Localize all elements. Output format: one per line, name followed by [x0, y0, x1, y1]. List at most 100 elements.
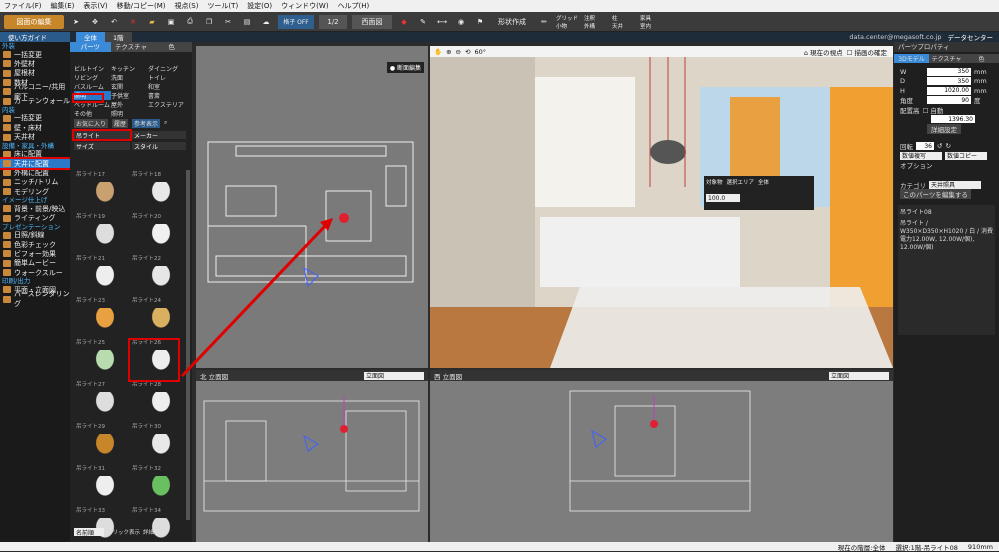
category-item[interactable]: 玄関 [111, 82, 148, 91]
rotate-icon[interactable]: ⟲ [465, 48, 470, 56]
data-center-button[interactable]: データセンター [948, 32, 994, 42]
range-area[interactable]: 選択エリア [727, 178, 755, 186]
zoom-out-icon[interactable]: ⊖ [456, 48, 461, 56]
category-item[interactable]: 照明 [111, 109, 148, 118]
props-tab-color[interactable]: 色 [964, 54, 999, 63]
range-object[interactable]: 対象物 [706, 178, 723, 186]
category-item[interactable]: 和室 [148, 82, 185, 91]
west-elevation-view[interactable]: 西 立面図 立面図 [430, 370, 893, 542]
check-pillar[interactable]: 柱 [612, 14, 640, 22]
save-view-check[interactable]: ☐ 描画の確定 [847, 47, 887, 57]
angle-label[interactable]: 60° [474, 48, 486, 56]
maker-select[interactable]: メーカー [132, 131, 186, 140]
menu-file[interactable]: ファイル(F) [4, 1, 42, 11]
grid-toggle[interactable]: 格子 OFF [278, 14, 314, 29]
car-icon[interactable]: ◆ [397, 15, 411, 29]
select-cursor-icon[interactable]: ➤ [69, 15, 83, 29]
nav-item[interactable]: 屋根材 [0, 69, 70, 78]
west-lamp-marker[interactable] [650, 420, 658, 428]
nav-item[interactable]: ニッチ/トリム [0, 178, 70, 187]
nav-item[interactable]: 外壁材 [0, 59, 70, 68]
catalog-scrollbar[interactable] [186, 170, 190, 520]
reference-button[interactable]: 参考表示 [132, 119, 161, 128]
check-interior[interactable]: 室内 [640, 22, 668, 30]
paste-icon[interactable]: ▤ [240, 15, 254, 29]
menu-viewpoint[interactable]: 視点(S) [175, 1, 199, 11]
size-field-value[interactable]: 1020.00 [927, 86, 971, 95]
zoom-in-icon[interactable]: ⊕ [446, 48, 451, 56]
lamp-item[interactable]: 吊ライト20 [130, 212, 186, 254]
category-select[interactable]: 天井照具 [929, 180, 981, 189]
plan-view[interactable]: ● 断面編集 [196, 46, 428, 368]
north-view-select[interactable]: 立面図 [364, 371, 424, 380]
nav-item[interactable]: バルコニー/共用廊下 [0, 83, 70, 101]
check-ceiling[interactable]: 天井 [612, 22, 640, 30]
nav-item[interactable]: ビフォー効果 [0, 249, 70, 258]
menu-tools[interactable]: ツール(T) [207, 1, 238, 11]
detail-check[interactable]: 詳細 [143, 528, 154, 536]
delete-icon[interactable]: ✕ [126, 15, 140, 29]
category-item[interactable]: その他 [74, 109, 111, 118]
undo-icon[interactable]: ↶ [107, 15, 121, 29]
lamp-item[interactable]: 吊ライト24 [130, 296, 186, 338]
walk-icon[interactable]: ⚑ [473, 15, 487, 29]
category-item[interactable]: ビルトイン [74, 64, 111, 73]
cut-icon[interactable]: ✂ [221, 15, 235, 29]
nav-item[interactable]: 天井材 [0, 132, 70, 141]
lamp-item[interactable]: 吊ライト17 [74, 170, 130, 212]
props-tab-model[interactable]: 3Dモデル [894, 54, 929, 63]
check-small[interactable]: 小物 [556, 22, 584, 30]
style-select[interactable]: スタイル [132, 142, 186, 151]
placement-value[interactable]: 1396.30 [931, 115, 975, 124]
menu-window[interactable]: ウィンドウ(W) [281, 1, 328, 11]
copy-mode-select[interactable]: 数値複写 [900, 151, 942, 160]
move-icon[interactable]: ✥ [88, 15, 102, 29]
auto-check[interactable]: ☐ 自動 [923, 105, 944, 115]
size-field-value[interactable]: 350 [927, 77, 971, 86]
tab-floor1[interactable]: 1階 [105, 32, 132, 42]
plan-edit-button[interactable]: 図面の編集 [4, 14, 64, 29]
copy-mode2-select[interactable]: 数値コピー [945, 151, 987, 160]
nav-item[interactable]: 日照/斜線 [0, 231, 70, 240]
nav-item[interactable]: カーテンウォール [0, 96, 70, 105]
north-lamp-marker[interactable] [340, 425, 348, 433]
category-item[interactable]: 子供室 [111, 91, 148, 100]
pan-icon[interactable]: ✋ [434, 48, 442, 56]
menu-help[interactable]: ヘルプ(H) [338, 1, 370, 11]
camera-icon[interactable]: ◉ [454, 15, 468, 29]
open-folder-icon[interactable]: ▰ [145, 15, 159, 29]
rotate-right-icon[interactable]: ↻ [945, 142, 950, 150]
copy-icon[interactable]: ❐ [202, 15, 216, 29]
nav-item[interactable]: 背景・前景/映込 [0, 204, 70, 213]
category-item[interactable]: ダイニング [148, 64, 185, 73]
click-display-check[interactable]: クリック表示 [107, 528, 140, 536]
guide-button[interactable]: 使い方ガイド [0, 32, 70, 42]
range-value[interactable]: 100.0 [706, 194, 740, 202]
favorites-button[interactable]: お気に入り [74, 119, 109, 128]
lamp-item[interactable]: 吊ライト18 [130, 170, 186, 212]
rotate-left-icon[interactable]: ↺ [937, 142, 942, 150]
north-elevation-view[interactable]: 北 立面図 立面図 [196, 370, 428, 542]
range-all[interactable]: 全体 [758, 178, 769, 186]
lamp-item[interactable]: 吊ライト22 [130, 254, 186, 296]
nav-item[interactable]: 天井に配置 [0, 156, 72, 171]
nav-item[interactable]: 壁・床材 [0, 123, 70, 132]
viewpoint-button[interactable]: ⌂ 現在の視点 [804, 47, 843, 57]
cloud-icon[interactable]: ☁ [259, 15, 273, 29]
menu-settings[interactable]: 設定(O) [247, 1, 272, 11]
check-exterior[interactable]: 外構 [584, 22, 612, 30]
floor-select[interactable]: 1/2 [319, 14, 347, 29]
nav-item[interactable]: 外構に配置 [0, 168, 70, 177]
nav-item[interactable]: ウォークスルー [0, 268, 70, 277]
tab-texture[interactable]: テクスチャ [110, 42, 152, 52]
lamp-item[interactable]: 吊ライト25 [74, 338, 130, 380]
search-icon[interactable]: ⌕ [164, 119, 167, 128]
tab-parts[interactable]: パーツ [70, 42, 111, 52]
west-view-select[interactable]: 立面図 [829, 371, 889, 380]
size-select[interactable]: サイズ [74, 142, 130, 151]
lamp-item[interactable]: 吊ライト27 [74, 380, 130, 422]
rotate-value[interactable]: 36 [916, 142, 934, 151]
tab-color[interactable]: 色 [151, 42, 193, 52]
pencil-icon[interactable]: ✏ [537, 15, 551, 29]
lamp-item[interactable]: 吊ライト30 [130, 422, 186, 464]
